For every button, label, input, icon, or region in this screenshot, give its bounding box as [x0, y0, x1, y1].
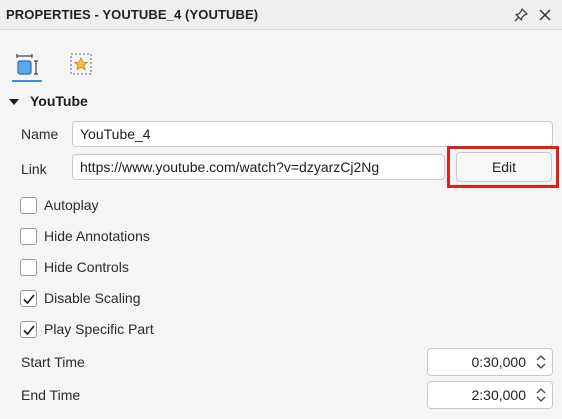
play-specific-part-checkbox[interactable]: [20, 321, 37, 338]
disable-scaling-label: Disable Scaling: [44, 290, 141, 306]
pin-icon[interactable]: [512, 6, 530, 24]
name-label: Name: [21, 126, 59, 142]
end-time-spinner[interactable]: 2:30,000: [427, 381, 553, 409]
layout-properties-icon[interactable]: [12, 50, 42, 80]
hide-controls-checkbox[interactable]: [20, 259, 37, 276]
caret-down-icon[interactable]: [8, 95, 20, 107]
panel-titlebar: PROPERTIES - YOUTUBE_4 (YOUTUBE): [0, 0, 562, 30]
hide-annotations-label: Hide Annotations: [44, 228, 150, 244]
close-icon[interactable]: [536, 6, 554, 24]
link-input[interactable]: https://www.youtube.com/watch?v=dzyarzCj…: [72, 154, 445, 180]
hide-controls-label: Hide Controls: [44, 259, 129, 275]
name-input[interactable]: YouTube_4: [72, 121, 553, 147]
disable-scaling-checkbox[interactable]: [20, 290, 37, 307]
start-time-value: 0:30,000: [471, 354, 527, 370]
end-time-label: End Time: [21, 387, 81, 403]
autoplay-label: Autoplay: [44, 197, 99, 213]
autoplay-checkbox[interactable]: [20, 197, 37, 214]
start-time-label: Start Time: [21, 354, 85, 370]
checkmark-icon: [23, 325, 35, 336]
start-time-spinner[interactable]: 0:30,000: [427, 348, 553, 376]
star-effects-icon[interactable]: [67, 50, 97, 80]
checkmark-icon: [23, 294, 35, 305]
link-label: Link: [21, 161, 47, 177]
spinner-arrows-icon[interactable]: [534, 385, 548, 405]
panel-title: PROPERTIES - YOUTUBE_4 (YOUTUBE): [6, 7, 259, 22]
play-specific-part-label: Play Specific Part: [44, 321, 154, 337]
end-time-value: 2:30,000: [471, 387, 527, 403]
edit-button[interactable]: Edit: [456, 152, 552, 182]
active-tab-indicator: [12, 80, 42, 82]
properties-tabs: [0, 30, 562, 86]
spinner-arrows-icon[interactable]: [534, 352, 548, 372]
hide-annotations-checkbox[interactable]: [20, 228, 37, 245]
section-title: YouTube: [30, 93, 88, 109]
